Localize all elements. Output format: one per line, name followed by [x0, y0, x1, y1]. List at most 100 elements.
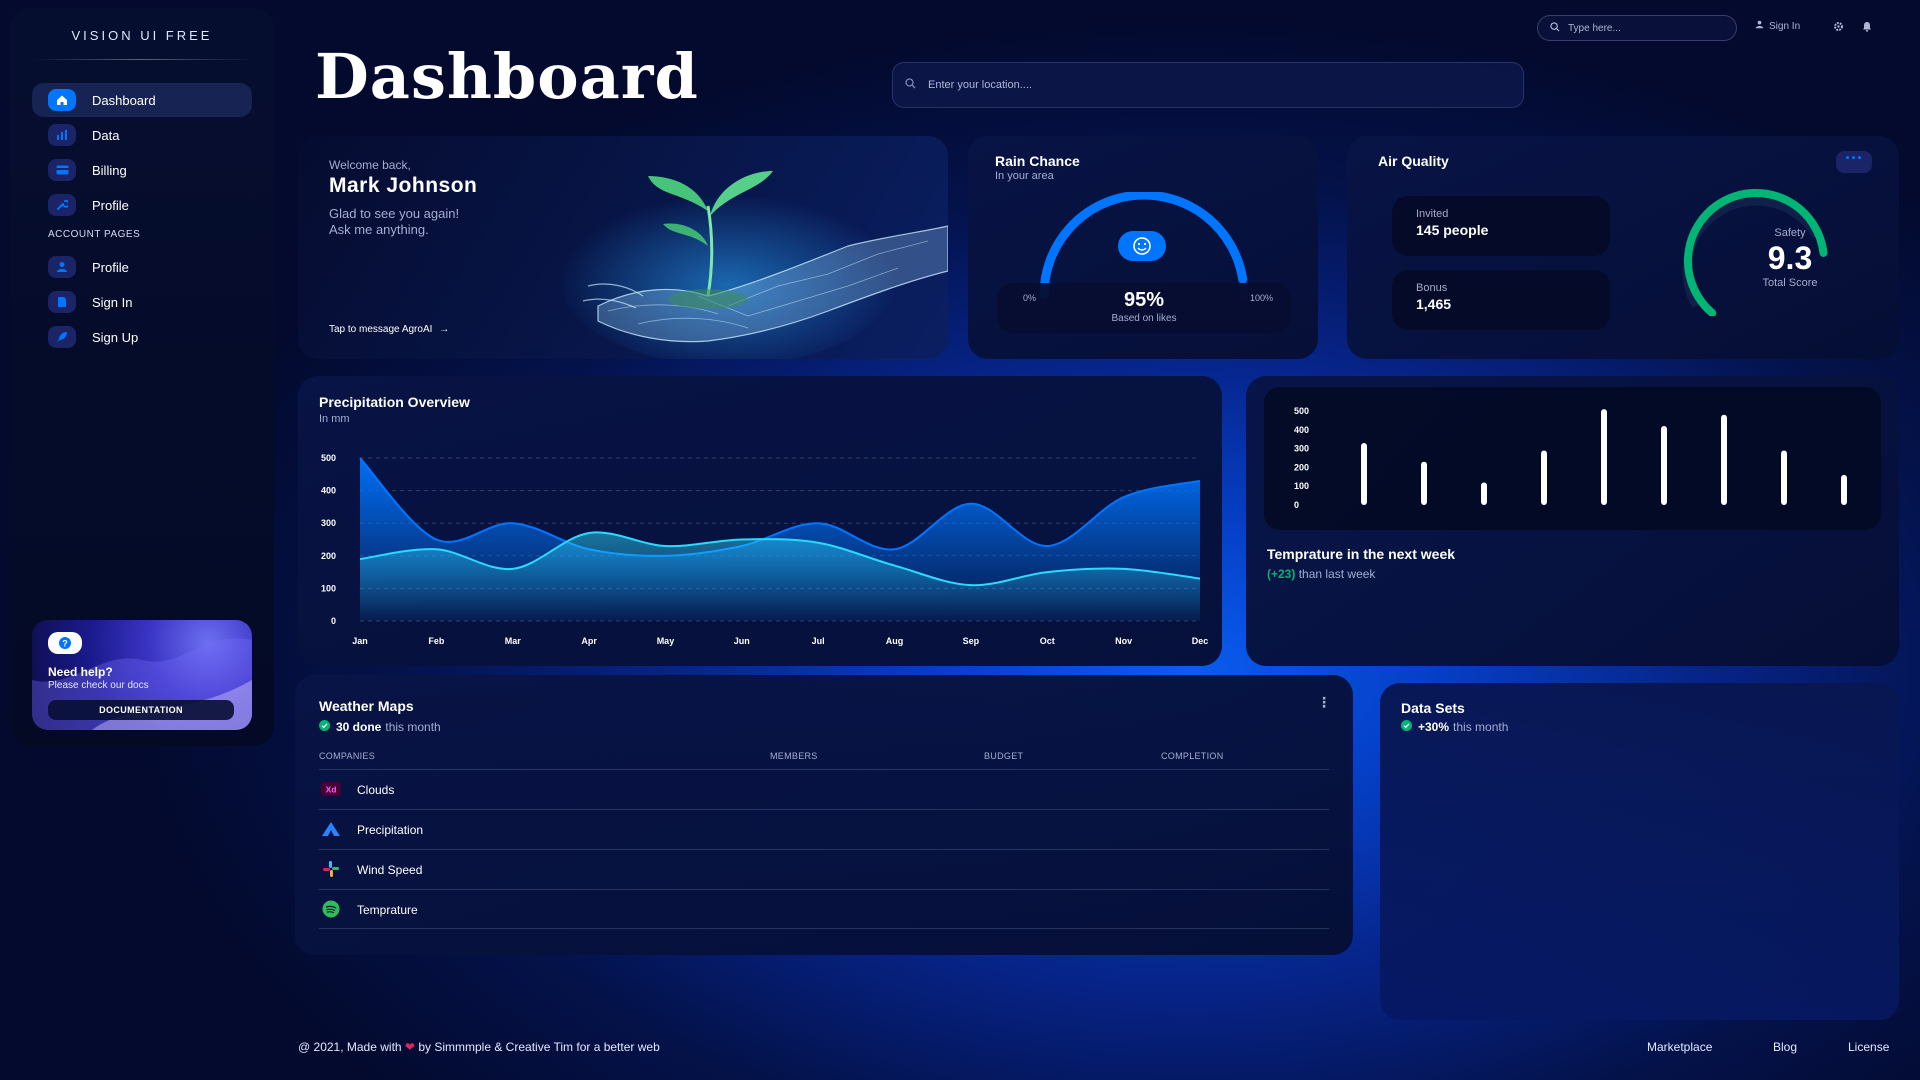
table-row[interactable]: Precipitation	[319, 809, 1329, 849]
x-tick-label: Jan	[352, 636, 368, 646]
location-search[interactable]	[892, 62, 1524, 108]
sidebar-item-account-profile[interactable]: Profile	[32, 250, 252, 284]
footer-link-license[interactable]: License	[1848, 1040, 1889, 1054]
bell-icon[interactable]	[1862, 19, 1872, 37]
card-title: Temprature in the next week	[1267, 546, 1456, 562]
rain-caption: Based on likes	[1111, 313, 1177, 324]
data-sets-summary: +30% this month	[1401, 720, 1508, 734]
temperature-bar	[1601, 409, 1607, 505]
rain-chance-card: Rain Chance In your area 0% 100% 95% Bas…	[968, 136, 1318, 359]
user-name: Mark Johnson	[329, 174, 478, 197]
kebab-menu-icon[interactable]: ⋮	[1317, 694, 1331, 711]
y-tick-label: 400	[321, 486, 336, 496]
sidebar-item-sign-in[interactable]: Sign In	[32, 285, 252, 319]
sidebar-item-label: Profile	[92, 259, 129, 275]
temperature-bar	[1781, 450, 1787, 505]
sidebar-item-label: Dashboard	[92, 92, 156, 108]
data-sets-card: Data Sets +30% this month	[1380, 683, 1899, 1020]
footer-prefix: @ 2021, Made with	[298, 1040, 402, 1054]
stat-label: Invited	[1416, 208, 1449, 220]
y-tick-label: 100	[1294, 481, 1309, 491]
row-name: Clouds	[357, 783, 395, 797]
sign-in-label: Sign In	[1769, 20, 1801, 32]
card-title: Air Quality	[1378, 153, 1449, 169]
y-tick-label: 500	[321, 453, 336, 463]
home-icon	[48, 89, 76, 111]
welcome-greeting: Welcome back,	[329, 158, 411, 172]
y-tick-label: 200	[321, 551, 336, 561]
help-card: ? Need help? Please check our docs DOCUM…	[32, 620, 252, 730]
x-tick-label: Jun	[734, 636, 750, 646]
slack-icon	[321, 860, 341, 878]
x-tick-label: Sep	[963, 636, 980, 646]
user-icon	[48, 256, 76, 278]
x-tick-label: Apr	[581, 636, 597, 646]
table-row[interactable]: Wind Speed	[319, 849, 1329, 889]
weather-maps-card: Weather Maps ⋮ 30 done this month COMPAN…	[295, 675, 1353, 955]
temperature-delta-line: (+23) than last week	[1267, 567, 1375, 581]
sidebar-item-label: Sign Up	[92, 329, 139, 345]
delta-value: (+23)	[1267, 567, 1296, 581]
sign-in-link[interactable]: Sign In	[1755, 20, 1800, 32]
plant-hand-illustration	[558, 171, 948, 359]
table-row[interactable]: Temprature	[319, 889, 1329, 929]
temperature-bar	[1661, 426, 1667, 505]
y-tick-label: 400	[1294, 425, 1309, 435]
delta-suffix: than last week	[1298, 567, 1376, 581]
help-subtitle: Please check our docs	[48, 680, 149, 691]
card-title: Weather Maps	[319, 698, 414, 714]
sidebar-item-dashboard[interactable]: Dashboard	[32, 83, 252, 117]
temperature-bar	[1481, 482, 1487, 505]
top-search[interactable]	[1537, 15, 1737, 41]
user-icon	[1755, 20, 1764, 32]
delta-suffix: this month	[1453, 720, 1509, 734]
sidebar-item-label: Profile	[92, 197, 129, 213]
message-agroai-link[interactable]: Tap to message AgroAI →	[329, 324, 449, 335]
footer-link-marketplace[interactable]: Marketplace	[1647, 1040, 1712, 1054]
documentation-button[interactable]: DOCUMENTATION	[48, 700, 234, 720]
score-caption: Total Score	[1762, 277, 1818, 289]
sidebar-item-label: Data	[92, 127, 120, 143]
x-tick-label: Nov	[1115, 636, 1132, 646]
search-input[interactable]	[1568, 22, 1718, 34]
sidebar: VISION UI FREE Dashboard Data Billing Pr…	[10, 8, 274, 746]
column-header: COMPLETION	[1161, 751, 1224, 761]
sidebar-item-profile[interactable]: Profile	[32, 188, 252, 222]
sidebar-item-data[interactable]: Data	[32, 118, 252, 152]
stat-value: 145 people	[1416, 222, 1489, 238]
temperature-card: 0 100 200 300 400 500 Temprature in the next …	[1246, 376, 1899, 666]
gear-icon[interactable]	[1833, 19, 1844, 37]
table-row[interactable]: Xd Clouds	[319, 769, 1329, 809]
search-icon	[905, 76, 916, 94]
x-tick-label: Oct	[1040, 636, 1055, 646]
sidebar-item-billing[interactable]: Billing	[32, 153, 252, 187]
row-name: Wind Speed	[357, 863, 423, 877]
column-header: BUDGET	[984, 751, 1024, 761]
heart-icon: ❤	[404, 1040, 415, 1054]
stat-label: Bonus	[1416, 282, 1448, 294]
air-stat-bonus: Bonus 1,465	[1392, 270, 1610, 330]
x-tick-label: Mar	[505, 636, 522, 646]
more-options-button[interactable]: ···	[1836, 149, 1872, 173]
check-circle-icon	[1401, 720, 1412, 734]
stat-value: 1,465	[1416, 296, 1452, 312]
svg-text:Xd: Xd	[326, 785, 337, 795]
sidebar-item-sign-up[interactable]: Sign Up	[32, 320, 252, 354]
column-header: MEMBERS	[770, 751, 818, 761]
location-input[interactable]	[928, 79, 1428, 91]
wrench-icon	[48, 194, 76, 216]
footer-link-blog[interactable]: Blog	[1773, 1040, 1797, 1054]
temperature-bar	[1421, 461, 1427, 505]
rocket-icon	[48, 326, 76, 348]
x-tick-label: Dec	[1192, 636, 1209, 646]
page-title: Dashboard	[315, 40, 699, 113]
x-tick-label: Aug	[886, 636, 904, 646]
welcome-message: Glad to see you again! Ask me anything.	[329, 206, 529, 238]
smile-icon	[1118, 231, 1166, 261]
brand-logo: VISION UI FREE	[71, 28, 213, 43]
atlassian-icon	[321, 820, 341, 838]
y-tick-label: 500	[1294, 406, 1309, 416]
rain-value: 95%	[1123, 289, 1165, 311]
precipitation-chart: 0 100 200 300 400 500 Jan Feb Mar Apr May Jun Jul Aug…	[321, 453, 1209, 646]
welcome-line: Ask me anything.	[329, 222, 429, 237]
